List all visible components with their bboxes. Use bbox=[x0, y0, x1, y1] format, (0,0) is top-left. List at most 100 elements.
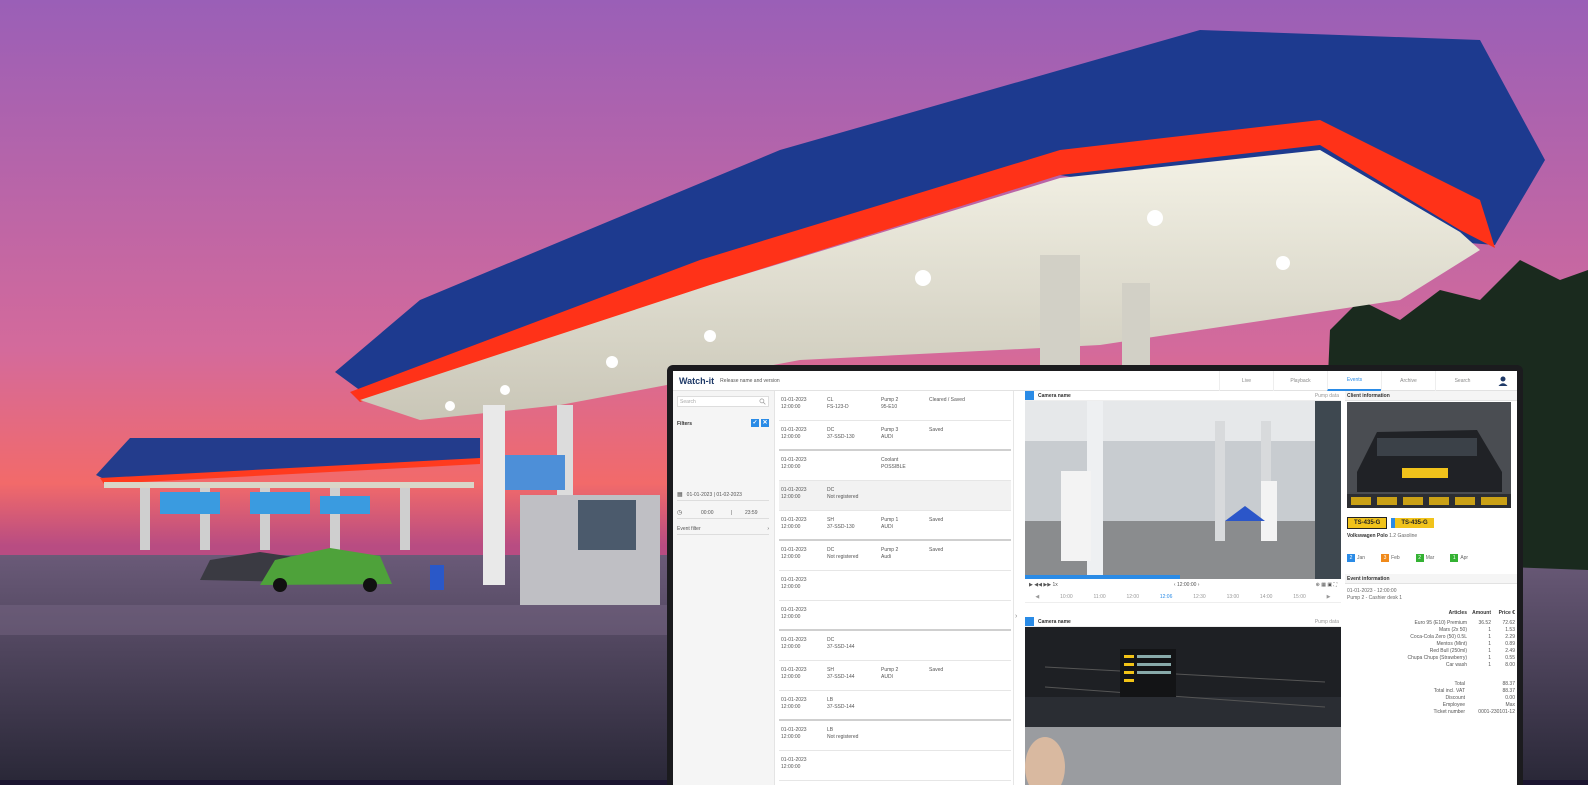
search-icon bbox=[759, 398, 766, 405]
timeline-prev-icon[interactable]: ◀ bbox=[1035, 594, 1039, 600]
main-nav: Live Playback Events Archive Search bbox=[1219, 371, 1489, 391]
grid-icon[interactable]: ▦ bbox=[1321, 582, 1326, 588]
table-row: Euro 95 (E10) Premium 36.52 72.62 bbox=[1414, 620, 1515, 626]
app-logo: Watch-it bbox=[679, 375, 715, 386]
visit-label: Jan bbox=[1357, 555, 1366, 561]
camera-2-pump-data[interactable]: Pump data bbox=[1315, 619, 1339, 625]
play-icon[interactable]: ▶ bbox=[1029, 582, 1033, 588]
table-row: Car wash 1 8.00 bbox=[1445, 662, 1515, 668]
visit-count: 2 bbox=[1415, 554, 1424, 562]
list-item[interactable]: 01-01-2023 12:00:00 LB 37-SSD-144 bbox=[779, 691, 1011, 721]
list-item[interactable]: 01-01-2023 12:00:00 CL FS-123-D Pump 2 95-E10… bbox=[779, 391, 1011, 421]
filter-panel: Search Filters ✓ ✕ ▦ 01-01-2023 | 01-02-… bbox=[673, 391, 775, 785]
visit-badge: 1 Apr bbox=[1450, 554, 1468, 562]
client-info-header: Client information bbox=[1345, 391, 1517, 401]
list-item[interactable]: 01-01-2023 12:00:00 DC Not registered Pump 2… bbox=[779, 541, 1011, 571]
table-row: Total incl. VAT 88.37 bbox=[1433, 688, 1515, 694]
plate-badge[interactable]: TS-435-G bbox=[1391, 518, 1434, 528]
forward-icon[interactable]: ▶▶ bbox=[1043, 582, 1051, 588]
list-item[interactable]: 01-01-2023 12:00:00 SH 37-SSD-130 Pump 1 AUDI… bbox=[779, 511, 1011, 541]
timeline-tick[interactable]: 12:30 bbox=[1193, 594, 1206, 600]
app-subtitle: Release name and version bbox=[720, 377, 780, 384]
center-time: 12:00:00 bbox=[1176, 582, 1197, 588]
chevron-right-icon: › bbox=[1015, 613, 1018, 620]
top-bar: Watch-it Release name and version Live P… bbox=[673, 371, 1517, 391]
visit-badge: 2 Jan bbox=[1347, 554, 1365, 562]
timeline-tick[interactable]: 14:00 bbox=[1260, 594, 1273, 600]
snapshot-icon[interactable]: ▣ bbox=[1327, 582, 1332, 588]
filters-header: Filters ✓ ✕ bbox=[677, 419, 769, 427]
tab-archive[interactable]: Archive bbox=[1381, 371, 1435, 391]
camera-2-video[interactable] bbox=[1025, 627, 1341, 785]
clock-icon: ◷ bbox=[677, 510, 683, 516]
list-item[interactable]: 01-01-2023 12:00:00 bbox=[779, 601, 1011, 631]
list-item[interactable]: 01-01-2023 12:00:00 DC 37-SSD-130 Pump 3 AUDI… bbox=[779, 421, 1011, 451]
zoom-icon[interactable]: ⊕ bbox=[1316, 582, 1320, 588]
chevron-right-icon: › bbox=[767, 525, 769, 532]
date-range-filter[interactable]: ▦ 01-01-2023 | 01-02-2023 bbox=[677, 489, 769, 501]
rewind-icon[interactable]: ◀◀ bbox=[1034, 582, 1042, 588]
date-range-value: 01-01-2023 | 01-02-2023 bbox=[686, 491, 742, 498]
timeline[interactable]: ◀ 10:00 11:00 12:00 12:06 12:30 13:00 14… bbox=[1025, 591, 1341, 603]
event-filter-row[interactable]: Event filter › bbox=[677, 523, 769, 535]
camera-2-select[interactable] bbox=[1025, 617, 1034, 626]
prev-icon[interactable]: ‹ bbox=[1174, 582, 1176, 588]
client-vehicle-photo[interactable] bbox=[1347, 402, 1511, 508]
time-to: 23:59 bbox=[744, 509, 758, 516]
timeline-tick[interactable]: 12:00 bbox=[1126, 594, 1139, 600]
table-row: Chupa Chups (Strawberry) 1 0.55 bbox=[1407, 655, 1515, 661]
camera-1-pump-data[interactable]: Pump data bbox=[1315, 393, 1339, 399]
camera-1-video[interactable] bbox=[1025, 401, 1341, 579]
panel-splitter[interactable]: › bbox=[1013, 391, 1019, 785]
list-item[interactable]: 01-01-2023 12:00:00 DC 37-SSD-144 bbox=[779, 631, 1011, 661]
time-from: 00:00 bbox=[700, 509, 714, 516]
user-icon[interactable] bbox=[1497, 375, 1509, 387]
vehicle-model: Volkswagen Polo bbox=[1347, 533, 1388, 539]
calendar-icon: ▦ bbox=[677, 492, 683, 498]
plate-badge[interactable]: TS-435-G bbox=[1347, 517, 1388, 529]
time-separator: | bbox=[730, 509, 732, 516]
camera-1-header: Camera name Pump data bbox=[1025, 391, 1341, 401]
list-item-selected[interactable]: 01-01-2023 12:00:00 DC Not registered bbox=[779, 481, 1011, 511]
event-info-line: Pump 2 - Cashier desk 1 bbox=[1347, 595, 1403, 601]
tab-live[interactable]: Live bbox=[1219, 371, 1273, 391]
tab-search[interactable]: Search bbox=[1435, 371, 1489, 391]
articles-table: Euro 95 (E10) Premium 36.52 72.62 Mars (2x… bbox=[1347, 620, 1515, 669]
search-placeholder: Search bbox=[680, 399, 696, 405]
tab-playback[interactable]: Playback bbox=[1273, 371, 1327, 391]
fullscreen-icon[interactable]: ⛶ bbox=[1333, 582, 1337, 588]
table-row: Coca-Cola Zero (50) 0.5L 1 2.29 bbox=[1410, 634, 1515, 640]
timeline-tick[interactable]: 11:00 bbox=[1093, 594, 1105, 600]
list-item[interactable]: 01-01-2023 12:00:00 bbox=[779, 571, 1011, 601]
timeline-tick[interactable]: 15:00 bbox=[1293, 594, 1306, 600]
camera-1-select[interactable] bbox=[1025, 391, 1034, 400]
timeline-next-icon[interactable]: ▶ bbox=[1327, 594, 1331, 600]
timeline-tick-active[interactable]: 12:06 bbox=[1160, 594, 1173, 600]
table-row: Red Bull (250ml) 1 2.49 bbox=[1429, 648, 1515, 654]
event-info-header: Event information bbox=[1345, 574, 1517, 584]
next-icon[interactable]: › bbox=[1198, 582, 1200, 588]
table-row: Mars (2x 50) 1 1.53 bbox=[1438, 627, 1515, 633]
visit-count: 2 bbox=[1347, 554, 1355, 562]
timeline-tick[interactable]: 10:00 bbox=[1060, 594, 1073, 600]
tab-events[interactable]: Events bbox=[1327, 371, 1381, 391]
visit-label: Mar bbox=[1425, 555, 1435, 561]
list-item[interactable]: 01-01-2023 12:00:00 LB Not registered bbox=[779, 721, 1011, 751]
list-item[interactable]: 01-01-2023 12:00:00 bbox=[779, 751, 1011, 781]
totals-table: Total 88.37 Total incl. VAT 88.37 Discount… bbox=[1347, 681, 1516, 716]
search-input[interactable]: Search bbox=[677, 396, 769, 407]
visit-label: Apr bbox=[1460, 555, 1469, 561]
list-item[interactable]: 01-01-2023 12:00:00 Coolant POSSIBLE bbox=[779, 451, 1011, 481]
event-list[interactable]: 01-01-2023 12:00:00 CL FS-123-D Pump 2 95-E10… bbox=[779, 391, 1011, 785]
visit-badge: 2 Mar bbox=[1415, 554, 1435, 562]
table-row: Mentos (Mint) 1 0.89 bbox=[1436, 641, 1515, 647]
list-item[interactable]: 01-01-2023 12:00:00 SH 37-SSD-144 Pump 2 AUDI… bbox=[779, 661, 1011, 691]
filter-clear-icon[interactable]: ✕ bbox=[761, 419, 769, 427]
time-range-filter[interactable]: ◷ 00:00 | 23:59 bbox=[677, 507, 769, 519]
app-screen: Watch-it Release name and version Live P… bbox=[673, 371, 1517, 785]
filter-apply-icon[interactable]: ✓ bbox=[751, 419, 759, 427]
speed-value[interactable]: 1x bbox=[1052, 582, 1057, 588]
timeline-tick[interactable]: 13:00 bbox=[1227, 594, 1240, 600]
visit-badges: 2 Jan 3 Feb 2 Mar 1 Apr bbox=[1347, 554, 1517, 562]
camera-2-header: Camera name Pump data bbox=[1025, 617, 1341, 627]
